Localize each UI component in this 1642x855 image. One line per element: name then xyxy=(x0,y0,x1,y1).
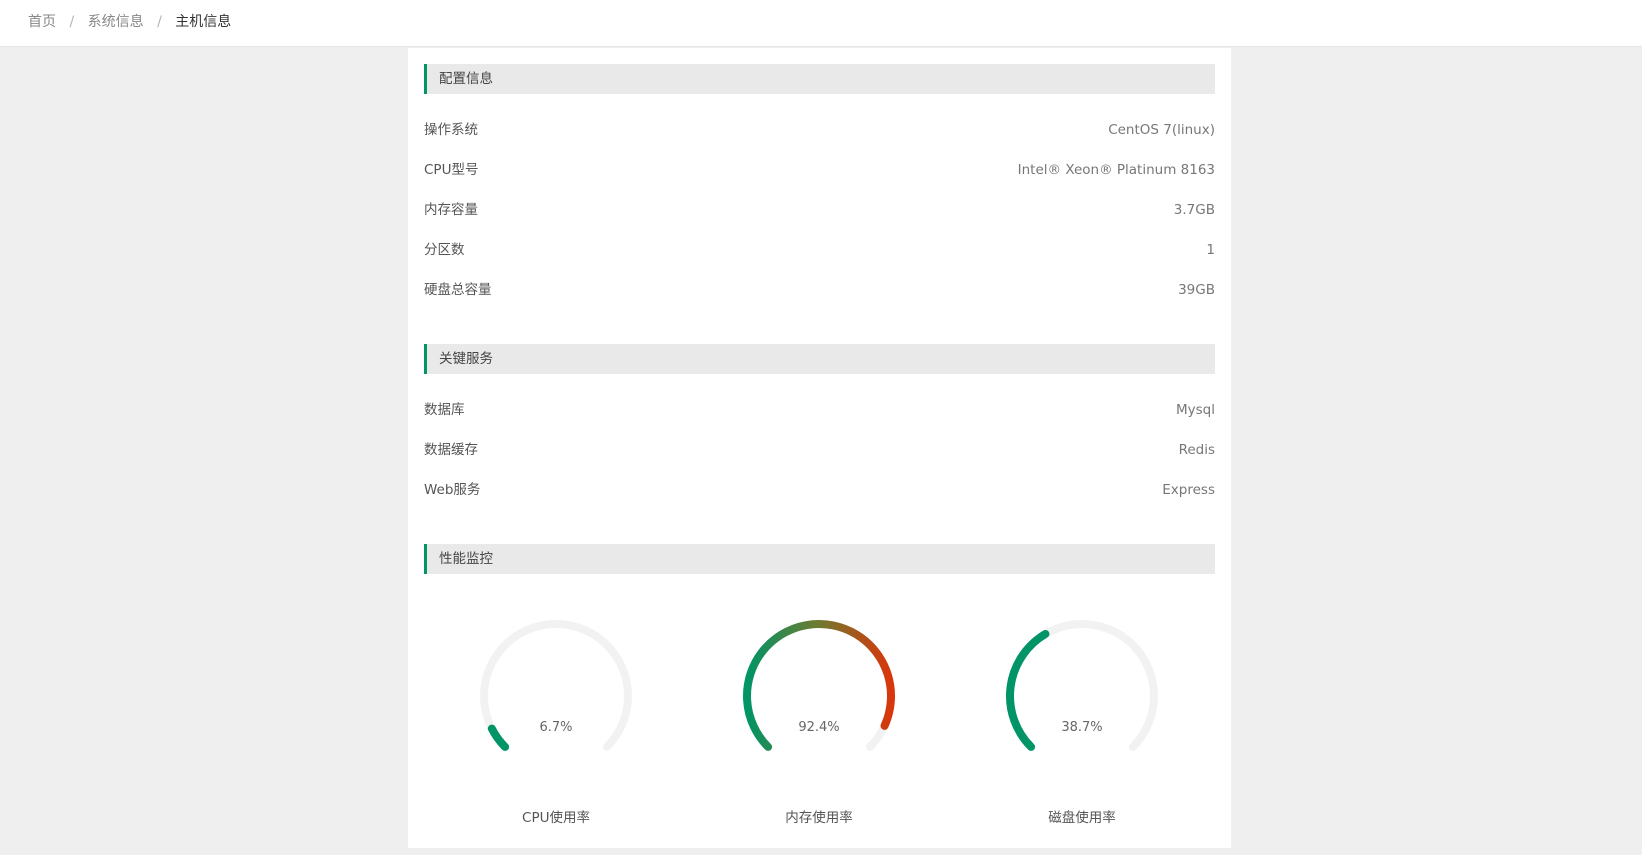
service-row-web: Web服务 Express xyxy=(424,480,1215,500)
row-label: 内存容量 xyxy=(424,202,478,218)
row-label: 数据缓存 xyxy=(424,442,478,458)
top-bar: 首页 / 系统信息 / 主机信息 xyxy=(0,0,1642,47)
config-row-memory: 内存容量 3.7GB xyxy=(424,200,1215,220)
gauge-svg xyxy=(480,620,632,751)
gauge-value: 6.7% xyxy=(539,720,573,735)
cpu-usage-gauge: 6.7% CPU使用率 xyxy=(456,596,656,836)
gauge-label: 磁盘使用率 xyxy=(1048,810,1116,826)
monitor-section-title: 性能监控 xyxy=(424,544,1215,574)
row-value: Express xyxy=(1162,482,1215,498)
row-value: Intel® Xeon® Platinum 8163 xyxy=(1017,162,1215,178)
breadcrumb-separator: / xyxy=(69,14,75,30)
breadcrumb-home[interactable]: 首页 xyxy=(28,14,56,30)
row-value: 1 xyxy=(1206,242,1215,258)
row-value: Mysql xyxy=(1176,402,1215,418)
row-label: 操作系统 xyxy=(424,122,478,138)
config-row-disk: 硬盘总容量 39GB xyxy=(424,280,1215,300)
service-row-database: 数据库 Mysql xyxy=(424,400,1215,420)
gauge-label: CPU使用率 xyxy=(522,810,590,826)
row-label: Web服务 xyxy=(424,482,481,498)
row-label: 分区数 xyxy=(424,242,465,258)
gauge-svg xyxy=(1006,620,1158,751)
breadcrumb-separator: / xyxy=(157,14,162,30)
row-label: 硬盘总容量 xyxy=(424,282,492,298)
gauge-svg xyxy=(743,620,895,751)
memory-usage-gauge: 92.4% 内存使用率 xyxy=(719,596,919,836)
breadcrumb: 首页 / 系统信息 / 主机信息 xyxy=(28,13,231,31)
row-label: 数据库 xyxy=(424,402,465,418)
row-value: CentOS 7(linux) xyxy=(1108,122,1215,138)
gauge-label: 内存使用率 xyxy=(785,810,853,826)
config-section-title: 配置信息 xyxy=(424,64,1215,94)
row-value: Redis xyxy=(1178,442,1215,458)
breadcrumb-host-info: 主机信息 xyxy=(175,14,232,30)
services-section-title: 关键服务 xyxy=(424,344,1215,374)
row-value: 3.7GB xyxy=(1173,202,1215,218)
config-row-partitions: 分区数 1 xyxy=(424,240,1215,260)
gauge-value: 38.7% xyxy=(1061,720,1103,735)
row-value: 39GB xyxy=(1178,282,1215,298)
host-info-panel: 配置信息 操作系统 CentOS 7(linux) CPU型号 Intel® X… xyxy=(408,48,1231,848)
service-row-cache: 数据缓存 Redis xyxy=(424,440,1215,460)
gauge-value: 92.4% xyxy=(798,720,840,735)
config-row-os: 操作系统 CentOS 7(linux) xyxy=(424,120,1215,140)
row-label: CPU型号 xyxy=(424,162,479,178)
config-row-cpu: CPU型号 Intel® Xeon® Platinum 8163 xyxy=(424,160,1215,180)
disk-usage-gauge: 38.7% 磁盘使用率 xyxy=(982,596,1182,836)
breadcrumb-system-info[interactable]: 系统信息 xyxy=(88,14,144,30)
